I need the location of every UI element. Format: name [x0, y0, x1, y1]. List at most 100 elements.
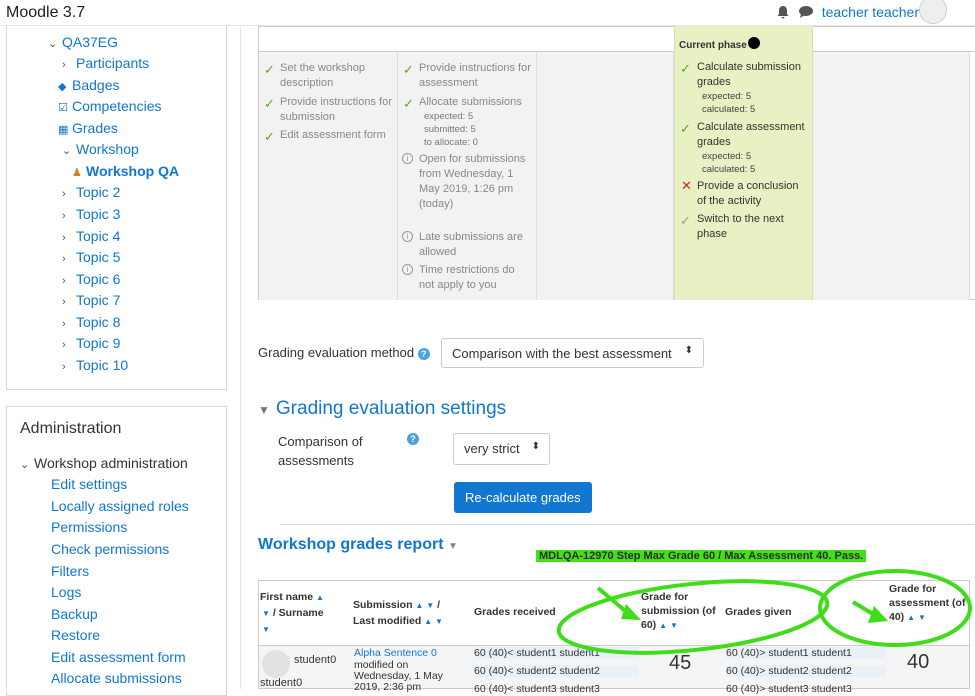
info-icon: i — [402, 231, 413, 242]
nav-topic-9[interactable]: › Topic 9 — [62, 335, 120, 351]
grades-report-header[interactable]: Workshop grades report ▼ — [258, 536, 458, 554]
col-grade-submission[interactable]: Grade for submission (of 60) ▲ ▼ — [641, 590, 721, 633]
grade-received-2[interactable]: 60 (40)< student2 student2 — [474, 665, 639, 677]
nav-workshop[interactable]: ⌄ Workshop — [62, 141, 139, 157]
grading-settings-header[interactable]: ▼ Grading evaluation settings — [258, 398, 506, 420]
col-last-modified[interactable]: Last modified ▲ ▼ — [353, 614, 443, 629]
allocate-expected: expected: 5 — [424, 111, 474, 122]
site-brand[interactable]: Moodle 3.7 — [6, 4, 85, 22]
task-set-description[interactable]: Set the workshop description — [280, 61, 392, 91]
submission-link[interactable]: Alpha Sentence 0 — [354, 647, 437, 659]
grade-given-3[interactable]: 60 (40)> student3 student3 — [726, 683, 886, 695]
help-icon[interactable]: ? — [417, 348, 430, 360]
nav-participants[interactable]: › Participants — [62, 55, 149, 71]
chevron-right-icon: › — [62, 232, 66, 244]
chevron-right-icon: › — [62, 318, 66, 330]
task-instructions-assessment[interactable]: Provide instructions for assessment — [419, 61, 531, 91]
comparison-select[interactable]: very strict ⬍ — [453, 433, 550, 465]
chevron-down-icon: ▼ — [447, 541, 458, 552]
admin-restore[interactable]: Restore — [51, 627, 100, 643]
grade-received-1[interactable]: 60 (40)< student1 student1 — [474, 647, 639, 659]
assess-calculated: calculated: 5 — [702, 164, 756, 175]
nav-grades[interactable]: ▦ Grades — [58, 120, 118, 136]
grade-given-2[interactable]: 60 (40)> student2 student2 — [726, 665, 886, 677]
sort-down-icon: ▼ — [262, 609, 270, 618]
chevron-down-icon: ⌄ — [20, 459, 30, 471]
table-icon: ▦ — [58, 124, 69, 136]
nav-topic-5[interactable]: › Topic 5 — [62, 249, 120, 265]
col-grade-assessment[interactable]: Grade for assessment (of 40) ▲ ▼ — [889, 582, 967, 625]
nav-topic-6[interactable]: › Topic 6 — [62, 271, 120, 287]
assess-expected: expected: 5 — [702, 151, 752, 162]
submission-modified: modified on Wednesday, 1 May 2019, 2:36 … — [354, 659, 443, 693]
check-icon: ✓ — [680, 121, 691, 136]
sort-down-icon: ▼ — [435, 617, 443, 626]
check-icon: ✓ — [264, 62, 275, 77]
col-grades-received: Grades received — [474, 606, 556, 618]
sort-down-icon: ▼ — [669, 621, 678, 630]
time-restrictions-info: Time restrictions do not apply to you — [419, 264, 515, 291]
grade-received-3[interactable]: 60 (40)< student3 student3 — [474, 683, 639, 695]
student-surname: student0 — [260, 677, 303, 689]
col-submission[interactable]: Submission ▲ ▼ / — [353, 598, 440, 613]
chevron-down-icon: ▼ — [258, 403, 270, 417]
admin-edit-assessment-form[interactable]: Edit assessment form — [51, 649, 186, 665]
phase-closed — [813, 52, 970, 300]
admin-logs[interactable]: Logs — [51, 584, 81, 600]
late-submissions-info: Late submissions are allowed — [419, 231, 523, 258]
phase-header-row — [258, 26, 975, 52]
grade-given-1[interactable]: 60 (40)> student1 student1 — [726, 647, 886, 659]
current-phase-dot-icon — [748, 37, 760, 49]
grading-method-label: Grading evaluation method ? — [258, 345, 430, 360]
help-icon[interactable]: ? — [407, 433, 419, 445]
cross-icon: ✕ — [681, 178, 692, 193]
nav-course[interactable]: ⌄ QA37EG — [48, 34, 118, 50]
admin-permissions[interactable]: Permissions — [51, 519, 127, 535]
admin-allocate-submissions[interactable]: Allocate submissions — [51, 670, 182, 686]
nav-topic-8[interactable]: › Topic 8 — [62, 314, 120, 330]
select-arrows-icon: ⬍ — [531, 441, 540, 452]
admin-filters[interactable]: Filters — [51, 563, 89, 579]
admin-backup[interactable]: Backup — [51, 606, 98, 622]
task-allocate-submissions[interactable]: Allocate submissions — [419, 95, 531, 110]
sort-down-icon[interactable]: ▼ — [262, 622, 270, 637]
nav-topic-2[interactable]: › Topic 2 — [62, 184, 120, 200]
task-switch-next-phase[interactable]: Switch to the next phase — [697, 212, 809, 242]
check-icon: ✓ — [264, 129, 275, 144]
sort-up-icon: ▲ — [424, 617, 433, 626]
admin-edit-settings[interactable]: Edit settings — [51, 476, 127, 492]
nav-topic-4[interactable]: › Topic 4 — [62, 228, 120, 244]
task-instructions-submission[interactable]: Provide instructions for submission — [280, 95, 392, 125]
col-surname[interactable]: ▼ / Surname — [262, 606, 324, 621]
bell-icon[interactable] — [776, 5, 790, 19]
col-first-name[interactable]: First name ▲ — [260, 590, 324, 605]
username-link[interactable]: teacher teacher — [822, 4, 919, 20]
admin-local-roles[interactable]: Locally assigned roles — [51, 498, 189, 514]
task-calc-submission-grades[interactable]: Calculate submission grades — [697, 60, 809, 90]
task-edit-assessment-form[interactable]: Edit assessment form — [280, 128, 392, 143]
sort-down-icon: ▼ — [917, 613, 926, 622]
nav-badges[interactable]: ◆ Badges — [58, 77, 119, 93]
recalculate-grades-button[interactable]: Re-calculate grades — [454, 482, 592, 513]
nav-topic-7[interactable]: › Topic 7 — [62, 292, 120, 308]
nav-topic-3[interactable]: › Topic 3 — [62, 206, 120, 222]
chevron-right-icon: › — [62, 59, 66, 71]
task-calc-assessment-grades[interactable]: Calculate assessment grades — [697, 120, 809, 150]
check-icon: ✓ — [403, 62, 414, 77]
sub-calculated: calculated: 5 — [702, 104, 756, 115]
chevron-right-icon: › — [62, 253, 66, 265]
workshop-admin-toggle[interactable]: ⌄ Workshop administration — [20, 455, 188, 471]
admin-check-permissions[interactable]: Check permissions — [51, 541, 169, 557]
task-provide-conclusion[interactable]: Provide a conclusion of the activity — [697, 179, 809, 209]
info-icon: i — [402, 264, 413, 275]
nav-competencies[interactable]: ☑ Competencies — [58, 98, 162, 114]
grade-for-assessment: 40 — [907, 651, 930, 673]
chat-icon[interactable] — [798, 5, 814, 19]
submissions-open-info: Open for submissions from Wednesday, 1 M… — [419, 153, 526, 210]
avatar[interactable] — [262, 650, 290, 678]
grading-method-select[interactable]: Comparison with the best assessment ⬍ — [441, 338, 704, 368]
nav-workshop-qa[interactable]: ♟ Workshop QA — [72, 163, 179, 179]
nav-topic-10[interactable]: › Topic 10 — [62, 357, 128, 373]
student-name[interactable]: student0 — [294, 654, 336, 666]
chevron-right-icon: › — [62, 296, 66, 308]
